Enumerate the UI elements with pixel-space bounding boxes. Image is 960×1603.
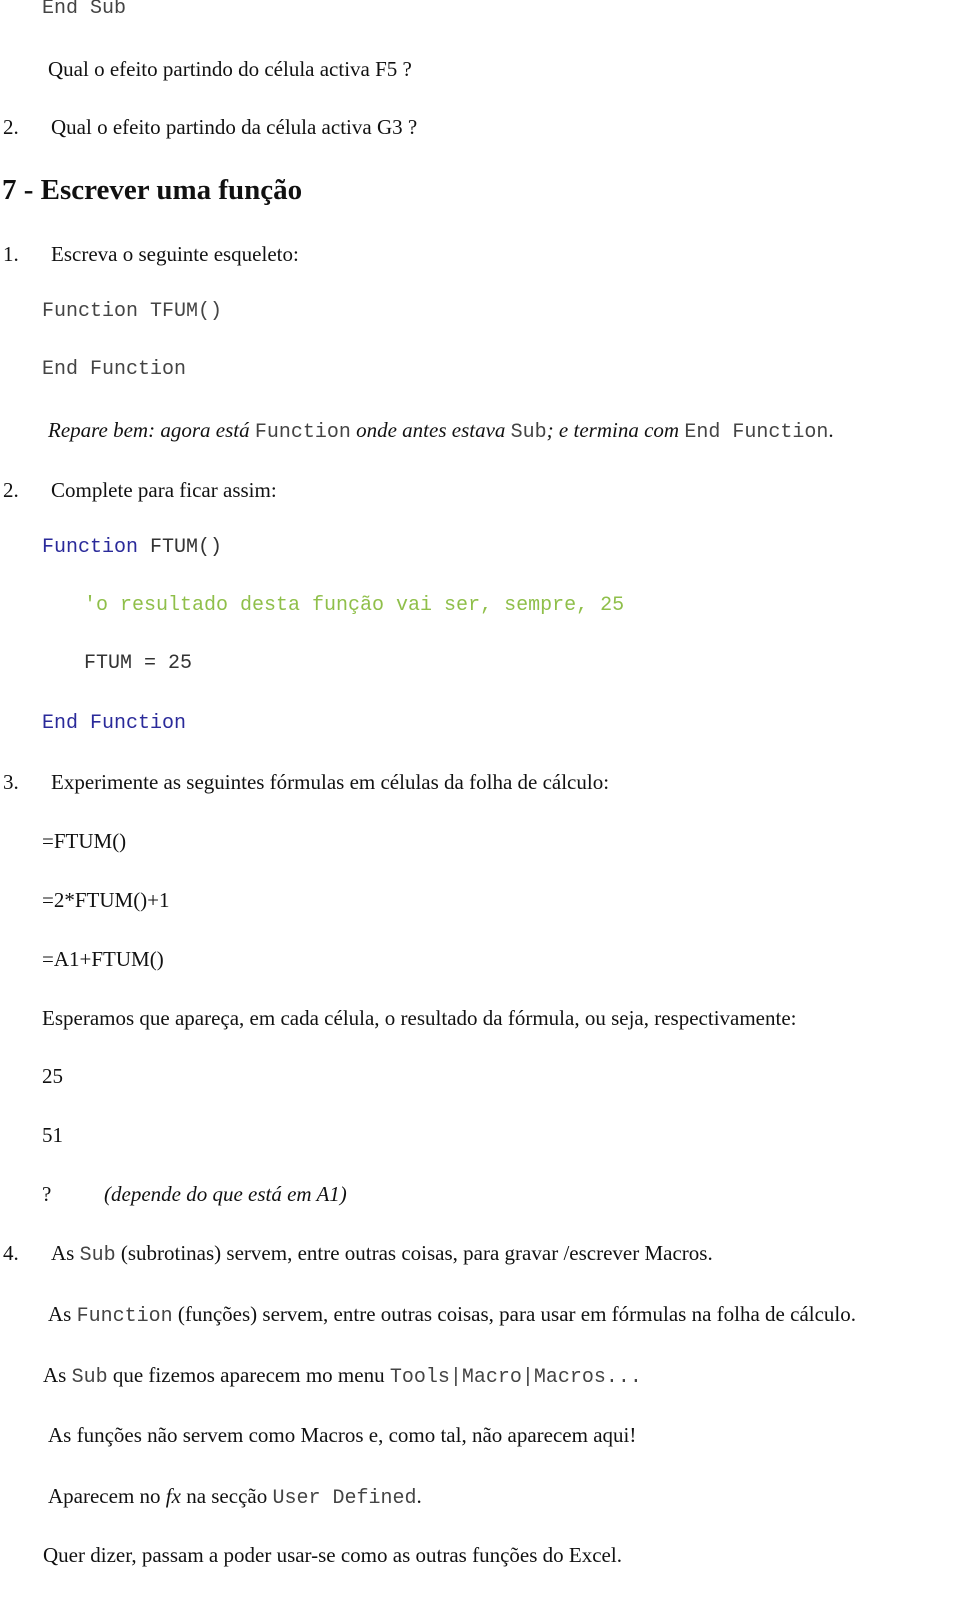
note-code: Function [254, 421, 351, 444]
text: As [48, 1302, 77, 1326]
list-number: 4. [3, 1241, 19, 1265]
note-code: End Function [684, 421, 829, 444]
note-text: ; e termina com [546, 418, 685, 442]
question-f5: Qual o efeito partindo do célula activa … [48, 57, 412, 81]
result-3: ? (depende do que está em A1) [42, 1182, 347, 1206]
skeleton-line-1: Function TFUM() [42, 300, 223, 323]
code-comment: 'o resultado desta função vai ser, sempr… [84, 594, 625, 617]
text: (subrotinas) servem, entre outras coisas… [115, 1241, 713, 1265]
note-text: Repare bem: agora está [48, 418, 255, 442]
unknown-note: (depende do que está em A1) [104, 1182, 347, 1206]
unknown-mark: ? [42, 1182, 52, 1206]
step-text: Escreva o seguinte esqueleto: [51, 242, 299, 266]
step-text: Complete para ficar assim: [51, 478, 277, 502]
formula-2: =2*FTUM()+1 [42, 888, 170, 912]
menu-path: Tools|Macro|Macros... [389, 1366, 642, 1389]
step-1: 1. Escreva o seguinte esqueleto: [3, 242, 299, 266]
code-line-function: Function FTUM() [42, 536, 222, 560]
result-1: 25 [42, 1064, 63, 1088]
code-end-function: End Function [42, 712, 187, 735]
inline-code: Function [76, 1305, 173, 1328]
formula-1: =FTUM() [42, 829, 127, 853]
list-number: 2. [3, 478, 19, 502]
note-paragraph: Repare bem: agora está Function onde ant… [48, 418, 834, 445]
text: . [416, 1484, 422, 1508]
text: As [51, 1241, 80, 1265]
step-3: 3. Experimente as seguintes fórmulas em c… [3, 770, 609, 794]
step-4-line-4: As funções não servem como Macros e, com… [48, 1423, 637, 1447]
note-text: . [828, 418, 834, 442]
list-number: 1. [3, 242, 19, 266]
question-g3: 2. Qual o efeito partindo da célula activ… [3, 115, 417, 139]
text: Aparecem no [48, 1484, 166, 1508]
text: na secção [180, 1484, 273, 1508]
expectation-text: Esperamos que apareça, em cada célula, o… [42, 1006, 797, 1030]
list-number: 3. [3, 770, 19, 794]
result-2: 51 [42, 1123, 63, 1147]
section-heading: 7 - Escrever uma função [2, 174, 303, 206]
note-text: onde antes estava [350, 418, 511, 442]
step-text: Experimente as seguintes fórmulas em cél… [51, 770, 610, 794]
code-end-sub: End Sub [42, 0, 127, 20]
code-identifier: FTUM() [138, 536, 223, 559]
skeleton-line-2: End Function [42, 358, 187, 381]
step-4-line-5: Aparecem no fx na secção User Defined. [48, 1484, 422, 1511]
code-assignment: FTUM = 25 [84, 652, 193, 675]
text: (funções) servem, entre outras coisas, p… [172, 1302, 857, 1326]
text: que fizemos aparecem mo menu [107, 1363, 390, 1387]
step-4-line-2: As Function (funções) servem, entre outr… [48, 1302, 856, 1329]
text: As [43, 1363, 72, 1387]
step-4-line-3: As Sub que fizemos aparecem mo menu Tool… [43, 1363, 642, 1390]
question-text: Qual o efeito partindo da célula activa … [51, 115, 418, 139]
inline-code: User Defined [272, 1487, 417, 1510]
formula-3: =A1+FTUM() [42, 947, 164, 971]
fx-label: fx [165, 1484, 181, 1508]
list-number: 2. [3, 115, 19, 139]
inline-code: Sub [71, 1366, 108, 1389]
note-code: Sub [510, 421, 547, 444]
step-2: 2. Complete para ficar assim: [3, 478, 277, 502]
inline-code: Sub [79, 1244, 116, 1267]
code-keyword: Function [42, 536, 139, 559]
step-4-line-1: 4. As Sub (subrotinas) servem, entre outr… [3, 1241, 713, 1268]
step-4-line-6: Quer dizer, passam a poder usar-se como … [43, 1543, 622, 1567]
